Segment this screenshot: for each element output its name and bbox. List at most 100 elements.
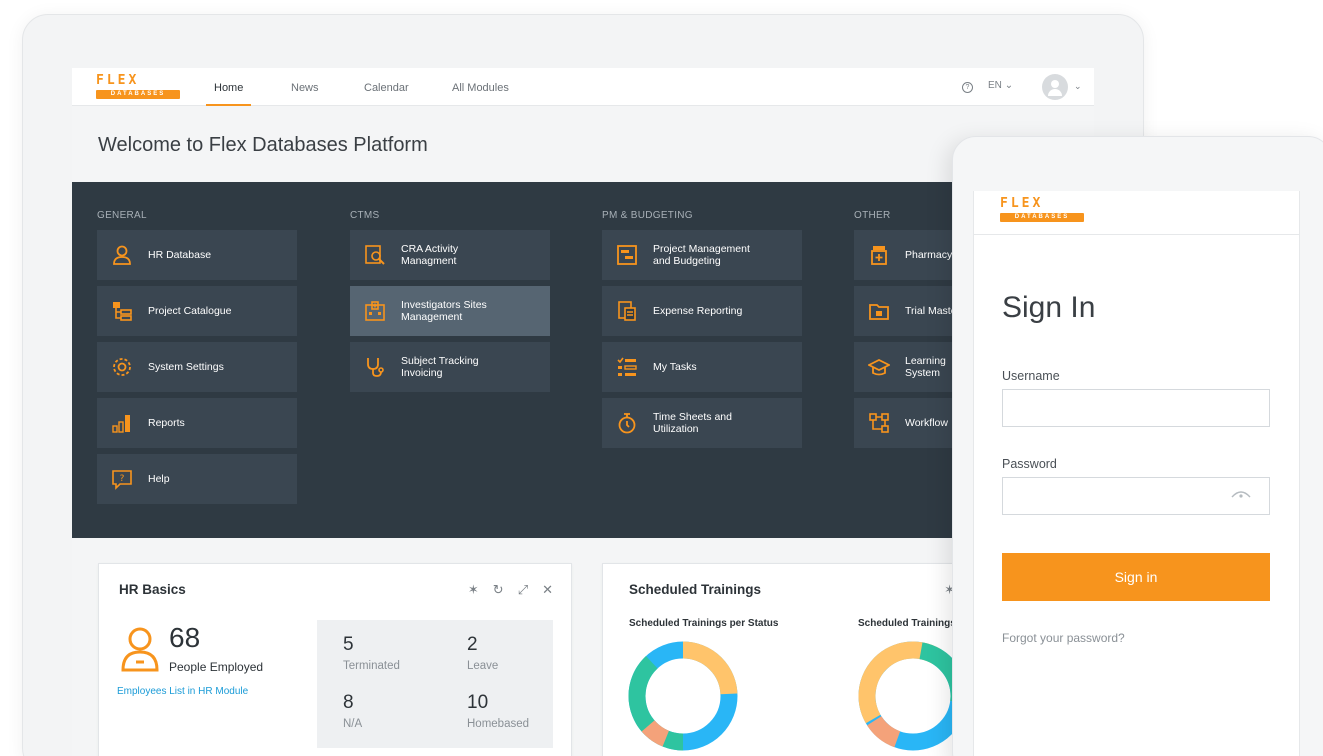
widget-title: Scheduled Trainings: [629, 582, 762, 597]
chart-subtitle: Scheduled Trainings per Status: [629, 618, 779, 629]
module-help[interactable]: ? Help: [97, 454, 297, 504]
signin-title: Sign In: [1002, 291, 1096, 324]
language-selector[interactable]: EN ⌄: [988, 80, 1013, 91]
module-label: Reports: [148, 417, 185, 429]
stat-label: Terminated: [343, 660, 400, 672]
top-navigation: FLEX DATABASES Home News Calendar All Mo…: [72, 68, 1094, 106]
pharmacy-icon: [868, 244, 890, 266]
catalogue-icon: [111, 300, 133, 322]
employed-label: People Employed: [169, 660, 264, 674]
module-group-title: GENERAL: [97, 210, 147, 221]
bar-chart-icon: [111, 412, 133, 434]
stat-homebased: 10 Homebased: [467, 692, 529, 730]
chart-subtitle: Scheduled Trainings: [858, 618, 956, 629]
sign-in-button[interactable]: Sign in: [1002, 553, 1270, 601]
module-my-tasks[interactable]: My Tasks: [602, 342, 802, 392]
svg-text:?: ?: [120, 474, 125, 484]
receipt-icon: [616, 300, 638, 322]
widget-title: HR Basics: [119, 582, 186, 597]
hospital-icon: [364, 300, 386, 322]
module-label: CRA Activity Managment: [401, 243, 459, 267]
module-label: System Settings: [148, 361, 224, 373]
stat-value: 5: [343, 634, 354, 655]
module-investigators-sites[interactable]: Investigators Sites Management: [350, 286, 550, 336]
activity-search-icon: [364, 244, 386, 266]
help-icon[interactable]: ?: [962, 82, 973, 93]
flex-databases-logo: FLEX DATABASES: [1000, 197, 1086, 227]
phone-frame: FLEX DATABASES Sign In Username Password…: [952, 136, 1323, 756]
module-label: Project Management and Budgeting: [653, 243, 750, 267]
trainings-status-donut: [628, 641, 738, 751]
graduation-cap-icon: [868, 356, 890, 378]
workflow-icon: [868, 412, 890, 434]
employed-count: 68: [169, 622, 201, 653]
language-label: EN: [988, 80, 1002, 91]
folder-lock-icon: [868, 300, 890, 322]
module-group-pm-budgeting: PM & BUDGETING Project Management and Bu…: [602, 210, 802, 454]
stat-na: 8 N/A: [343, 692, 362, 730]
dashboard-screen: FLEX DATABASES Home News Calendar All Mo…: [72, 68, 1094, 756]
module-label: Help: [148, 473, 170, 485]
task-list-icon: [616, 356, 638, 378]
stethoscope-icon: [364, 356, 386, 378]
modules-panel: GENERAL HR Database Project Catalogue Sy…: [72, 182, 1094, 538]
flex-databases-logo[interactable]: FLEX DATABASES: [96, 74, 182, 100]
forgot-password-link[interactable]: Forgot your password?: [1002, 631, 1125, 645]
page-title: Welcome to Flex Databases Platform: [98, 134, 428, 156]
gear-icon: [111, 356, 133, 378]
logo-subtext: DATABASES: [1000, 213, 1084, 222]
logo-subtext: DATABASES: [96, 90, 180, 99]
tab-home[interactable]: Home: [205, 68, 252, 106]
username-field[interactable]: [1002, 389, 1270, 427]
chevron-down-icon: ⌄: [1004, 80, 1014, 91]
module-label: Project Catalogue: [148, 305, 232, 317]
module-hr-database[interactable]: HR Database: [97, 230, 297, 280]
module-group-ctms: CTMS CRA Activity Managment Investigator…: [350, 210, 550, 398]
tab-news[interactable]: News: [291, 68, 319, 106]
user-icon: [111, 244, 133, 266]
stat-label: N/A: [343, 718, 363, 730]
module-time-sheets[interactable]: Time Sheets and Utilization: [602, 398, 802, 448]
help-chat-icon: ?: [111, 468, 133, 490]
tab-calendar[interactable]: Calendar: [364, 68, 409, 106]
module-label: My Tasks: [653, 361, 697, 373]
module-expense-reporting[interactable]: Expense Reporting: [602, 286, 802, 336]
stat-label: Homebased: [467, 718, 530, 730]
employee-icon: [119, 626, 161, 672]
module-label: Learning System: [905, 355, 946, 379]
module-group-general: GENERAL HR Database Project Catalogue Sy…: [97, 210, 297, 510]
stopwatch-icon: [616, 412, 638, 434]
hr-basics-widget: HR Basics ✶ ↻ ⤢ ✕ 68 People Employed Emp…: [98, 563, 572, 756]
stat-value: 8: [343, 692, 354, 713]
tab-all-modules[interactable]: All Modules: [452, 68, 509, 106]
logo-text: FLEX: [1000, 196, 1044, 211]
module-label: HR Database: [148, 249, 212, 261]
module-subject-tracking[interactable]: Subject Tracking Invoicing: [350, 342, 550, 392]
show-password-icon[interactable]: [1230, 487, 1252, 499]
password-label: Password: [1002, 457, 1057, 471]
project-board-icon: [616, 244, 638, 266]
pin-icon[interactable]: ✶: [468, 582, 479, 598]
close-icon[interactable]: ✕: [542, 582, 553, 598]
module-cra-activity[interactable]: CRA Activity Managment: [350, 230, 550, 280]
module-reports[interactable]: Reports: [97, 398, 297, 448]
signin-screen: FLEX DATABASES Sign In Username Password…: [973, 191, 1300, 756]
stat-value: 10: [467, 692, 489, 713]
module-group-title: CTMS: [350, 210, 380, 221]
signin-header: FLEX DATABASES: [974, 191, 1299, 235]
expand-icon[interactable]: ⤢: [518, 582, 528, 598]
module-label: Workflow: [905, 417, 948, 429]
module-label: Time Sheets and Utilization: [653, 411, 732, 435]
refresh-icon[interactable]: ↻: [493, 582, 504, 598]
employees-list-link[interactable]: Employees List in HR Module: [117, 686, 248, 697]
chevron-down-icon[interactable]: ⌄: [1074, 81, 1082, 92]
module-label: Pharmacy: [905, 249, 953, 261]
module-system-settings[interactable]: System Settings: [97, 342, 297, 392]
module-group-title: PM & BUDGETING: [602, 210, 693, 221]
module-project-management[interactable]: Project Management and Budgeting: [602, 230, 802, 280]
avatar[interactable]: [1042, 74, 1068, 100]
stat-leave: 2 Leave: [467, 634, 498, 672]
module-label: Investigators Sites Management: [401, 299, 487, 323]
module-project-catalogue[interactable]: Project Catalogue: [97, 286, 297, 336]
logo-text: FLEX: [96, 73, 140, 88]
